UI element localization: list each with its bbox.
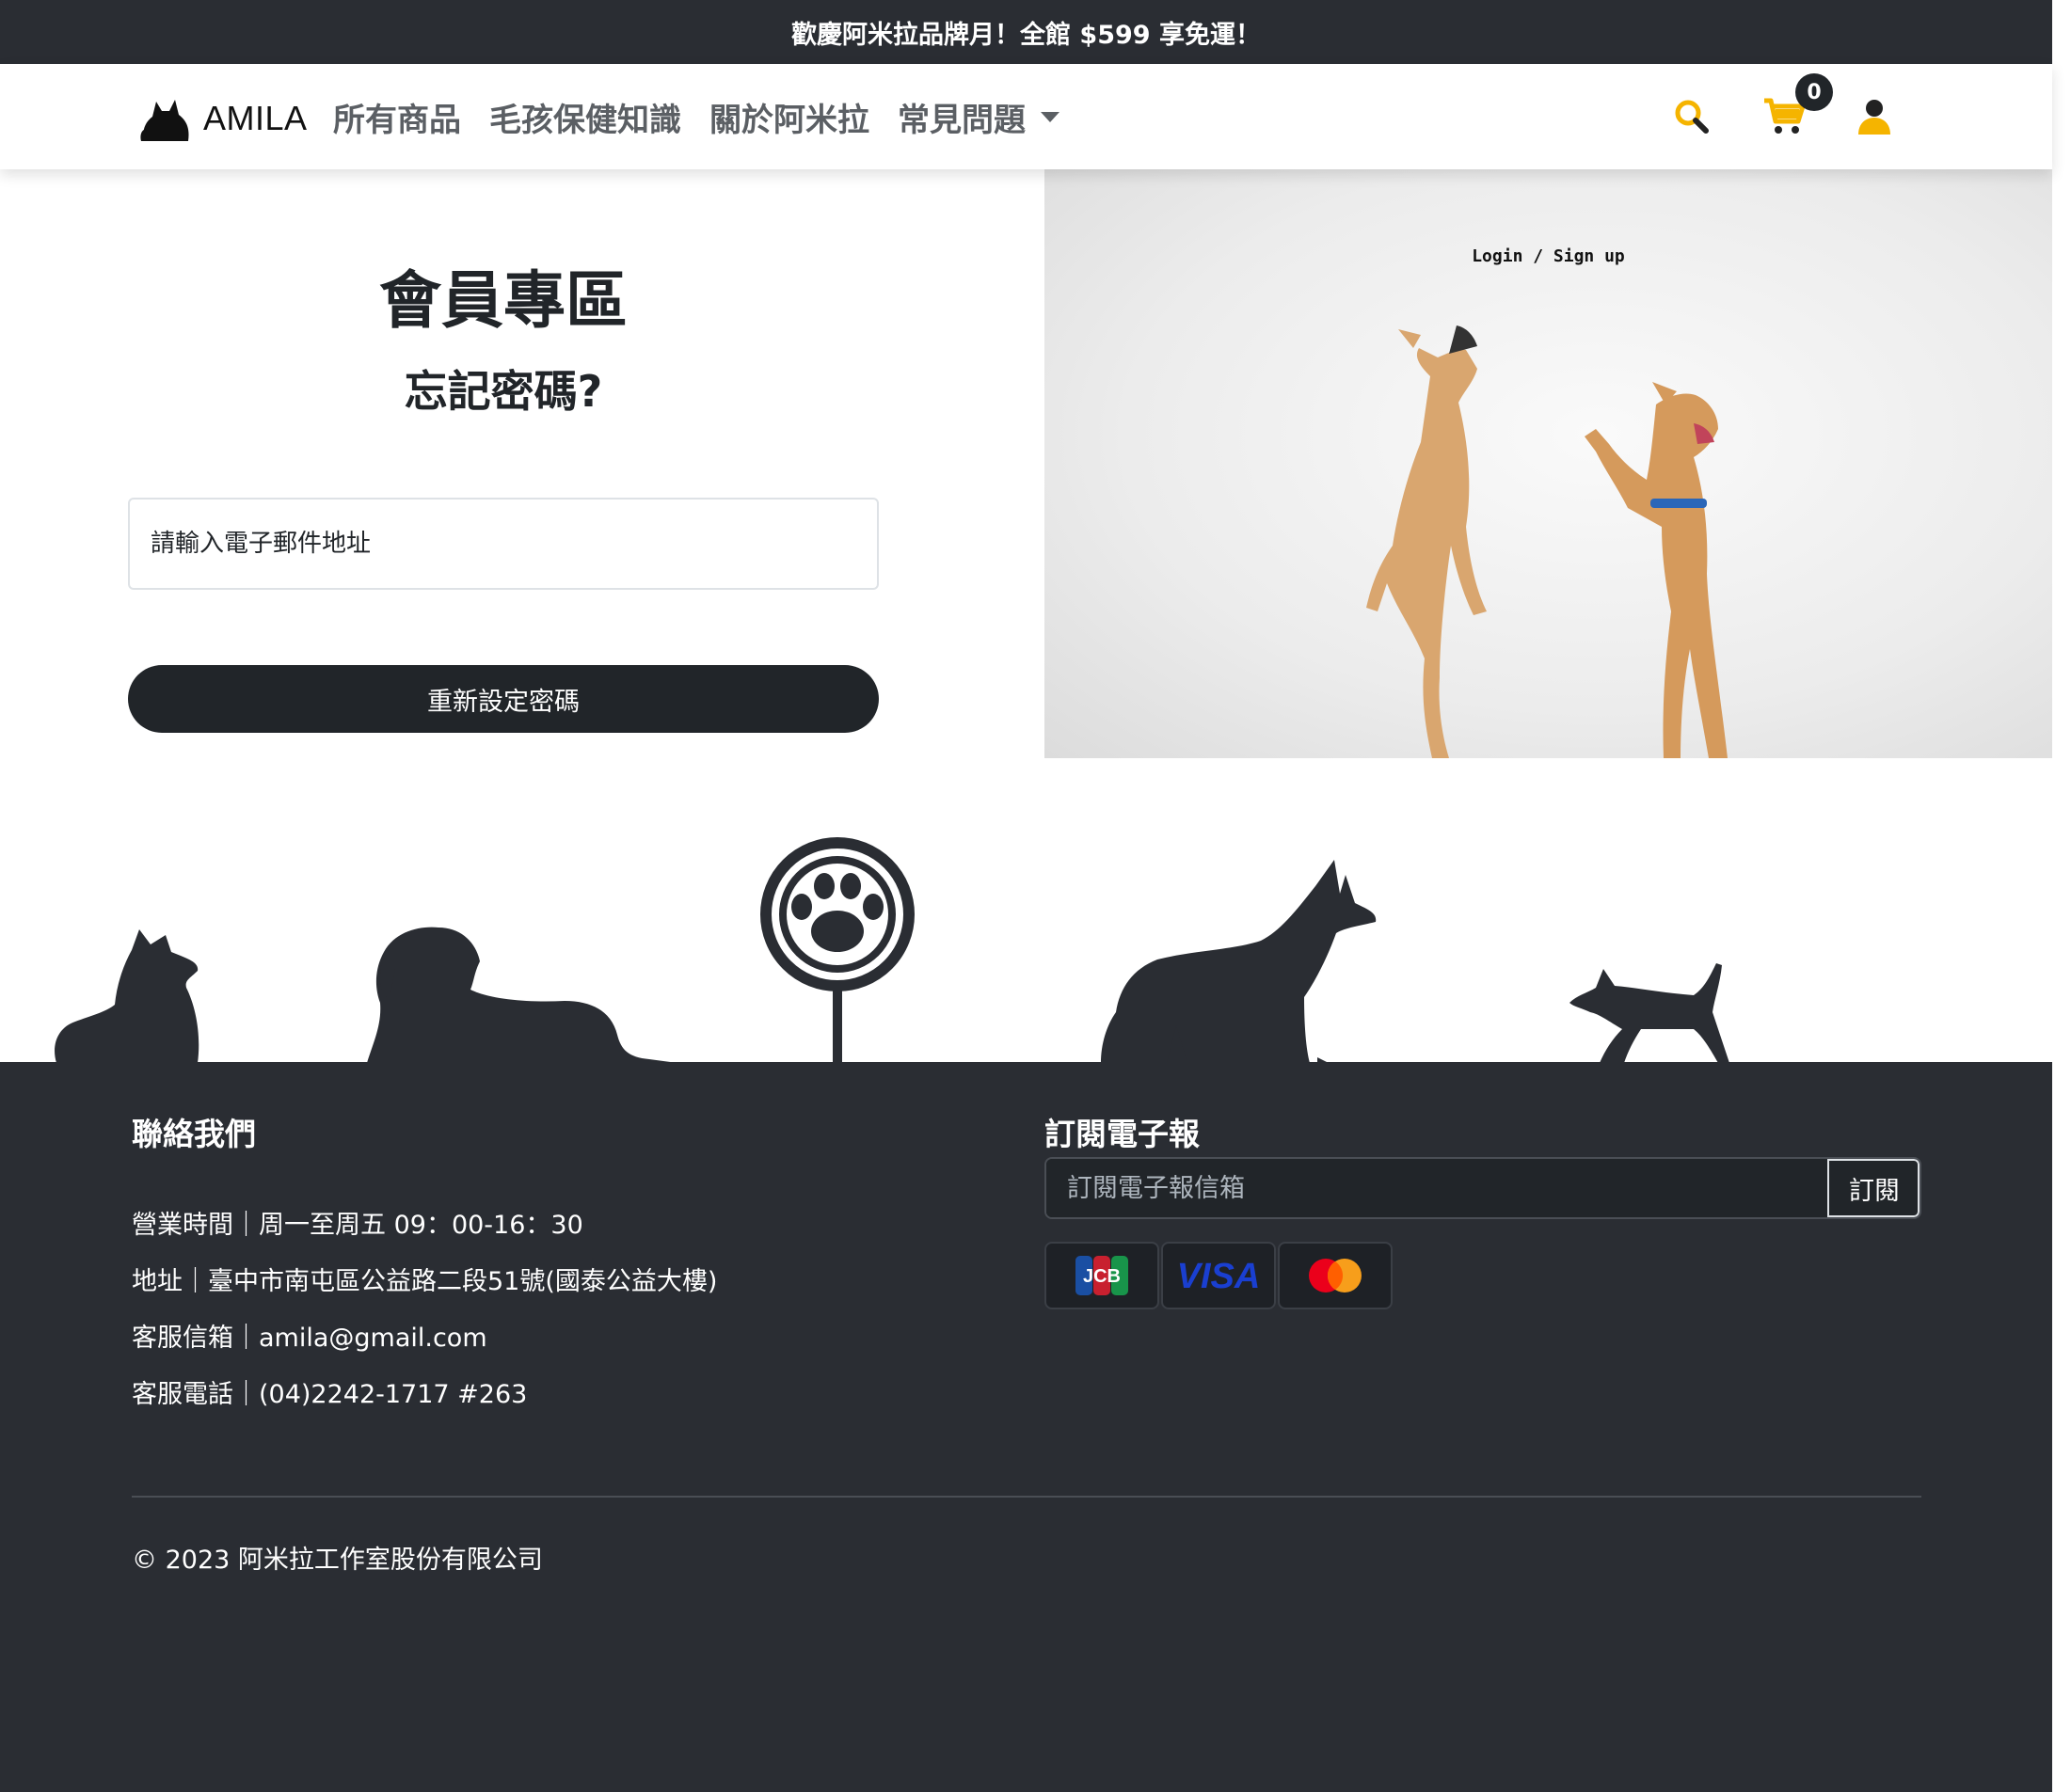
address: 地址｜臺中市南屯區公益路二段51號(國泰公益大樓) [132,1267,718,1296]
contact-heading: 聯絡我們 [132,1116,256,1152]
brand-logo-link[interactable]: AMILA [139,92,308,145]
nav-dropdown-faq[interactable]: 常見問題 [898,94,1059,140]
visa-card-icon: VISA [1161,1242,1276,1309]
nav-icons [1665,92,1901,145]
nav-link-about[interactable]: 關於阿米拉 [709,94,869,140]
navbar: AMILA 所有商品 毛孩保健知識 關於阿米拉 常見問題 [0,64,2052,169]
support-email-link[interactable]: 客服信箱｜amila@gmail.com [132,1317,487,1354]
forgot-password-section: 會員專區 忘記密碼? 重新設定密碼 [0,169,1044,758]
nav-link-label: 常見問題 [898,101,1026,139]
page-title: 會員專區 [379,264,628,337]
jcb-card-label: JCB [1083,1266,1121,1287]
payment-methods: JCB VISA [1044,1242,1393,1309]
hero-image: Login / Sign up [1044,169,2052,758]
user-account-button[interactable] [1848,92,1901,145]
search-icon [1673,98,1711,139]
nav-links: 所有商品 毛孩保健知識 關於阿米拉 常見問題 [333,90,1059,143]
announcement-text: 歡慶阿米拉品牌月！全館 $599 享免運！ [791,20,1261,50]
jcb-card-icon: JCB [1044,1242,1159,1309]
subscribe-button[interactable]: 訂閱 [1827,1159,1920,1217]
user-icon [1855,97,1894,140]
nav-link-label: 關於阿米拉 [709,101,869,139]
cat-logo-icon [139,90,194,147]
email-field[interactable] [128,498,879,590]
page-subtitle: 忘記密碼? [404,366,603,417]
newsletter-heading: 訂閱電子報 [1044,1116,1200,1152]
chevron-down-icon [1041,111,1059,122]
mastercard-card-icon [1278,1242,1393,1309]
support-phone: 客服電話｜(04)2242-1717 #263 [132,1380,528,1409]
nav-link-label: 毛孩保健知識 [489,101,681,139]
brand-name: AMILA [203,99,308,137]
cart-count-badge: 0 [1795,73,1833,111]
visa-card-label: VISA [1177,1257,1261,1294]
footer-divider [132,1496,1921,1498]
business-hours: 營業時間｜周一至周五 09：00-16：30 [132,1211,583,1240]
copyright: © 2023 阿米拉工作室股份有限公司 [132,1546,543,1575]
footer: 聯絡我們 營業時間｜周一至周五 09：00-16：30 地址｜臺中市南屯區公益路… [0,1062,2052,1792]
newsletter-form: 訂閱 [1044,1157,1921,1219]
jumping-dogs-illustration [1366,325,1728,758]
announcement-bar: 歡慶阿米拉品牌月！全館 $599 享免運！ [0,0,2052,64]
page: 歡慶阿米拉品牌月！全館 $599 享免運！ AMILA 所有商品 毛孩保健知識 … [0,0,2052,1792]
nav-link-label: 所有商品 [333,101,461,139]
search-button[interactable] [1665,92,1718,145]
reset-password-button[interactable]: 重新設定密碼 [128,665,879,733]
nav-link-pet-health[interactable]: 毛孩保健知識 [489,94,681,140]
nav-link-all-products[interactable]: 所有商品 [333,94,461,140]
newsletter-email-input[interactable] [1046,1159,1827,1217]
pet-silhouettes-decoration [55,837,1729,1063]
